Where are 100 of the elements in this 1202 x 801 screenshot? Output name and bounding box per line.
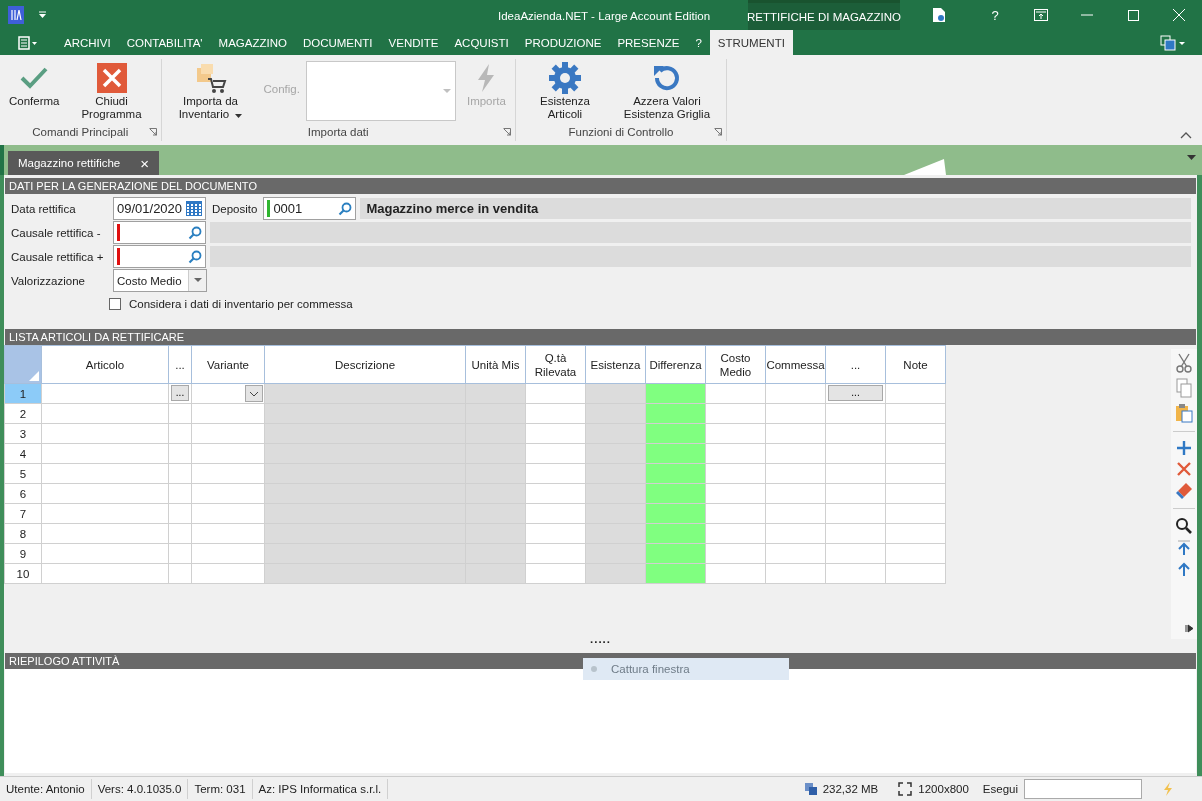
dropdown-arrow-icon[interactable] (193, 278, 202, 283)
calendar-icon[interactable] (186, 201, 202, 216)
move-up-icon[interactable] (1176, 561, 1192, 577)
column-header[interactable]: Articolo (41, 345, 169, 384)
chevron-down-icon[interactable] (249, 390, 259, 397)
menu-tab[interactable]: ? (687, 30, 710, 55)
menu-tab[interactable]: ARCHIVI (56, 30, 119, 55)
field-label: Deposito (212, 202, 258, 215)
tab-list-icon[interactable] (1187, 155, 1196, 160)
row-header[interactable]: 3 (4, 423, 42, 444)
column-header[interactable]: Esistenza (585, 345, 646, 384)
corner-triangle-icon (29, 371, 39, 381)
lightning-icon[interactable] (1162, 782, 1174, 796)
menu-tab[interactable]: STRUMENTI (709, 30, 793, 55)
dropdown-button[interactable] (245, 385, 263, 402)
menu-tab[interactable]: MAGAZZINO (210, 30, 295, 55)
warehouse-field[interactable]: 0001 (263, 197, 357, 220)
row-header[interactable]: 10 (4, 563, 42, 584)
file-menu-icon[interactable] (18, 35, 38, 50)
dropdown-arrow-icon[interactable] (235, 114, 243, 118)
section-header: DATI PER LA GENERAZIONE DEL DOCUMENTO (5, 178, 1196, 194)
delete-icon[interactable] (1176, 461, 1192, 477)
ribbon-button[interactable]: Importa da Inventario (165, 59, 256, 123)
document-tab[interactable]: Magazzino rettifiche × (8, 151, 160, 175)
boxes-cart-icon (194, 62, 227, 94)
maximize-icon[interactable] (1127, 9, 1139, 21)
checkbox[interactable] (109, 298, 121, 310)
config-label: Config. (263, 82, 300, 97)
ribbon-button[interactable]: Chiudi Programma (66, 59, 157, 123)
row-header[interactable]: 9 (4, 543, 42, 564)
memory-usage: 232,32 MB (822, 783, 879, 795)
help-button[interactable]: ? (972, 0, 1018, 30)
grid-corner[interactable] (4, 345, 42, 384)
app-logo-icon[interactable] (8, 6, 24, 24)
menu-tab[interactable]: ACQUISTI (446, 30, 517, 55)
column-header[interactable]: Costo Medio (705, 345, 766, 384)
menu-tab[interactable]: VENDITE (380, 30, 447, 55)
refresh-icon (651, 63, 682, 93)
screen-size-icon (898, 782, 913, 796)
quick-access-arrow-icon[interactable] (38, 11, 47, 19)
collapse-ribbon-icon[interactable] (1180, 132, 1192, 139)
column-header[interactable]: Commessa (765, 345, 826, 384)
close-tab-button[interactable]: × (140, 154, 150, 172)
capture-tooltip: Cattura finestra (583, 658, 789, 680)
eraser-icon[interactable] (1175, 482, 1193, 500)
column-header[interactable]: ... (168, 345, 192, 384)
gear-icon (548, 62, 581, 94)
window-title: IdeaAzienda.NET - Large Account Edition (498, 9, 711, 24)
status-item: Az: IPS Informatica s.r.l. (252, 779, 389, 799)
column-header[interactable]: Note (885, 345, 946, 384)
document-tool-icon[interactable] (932, 7, 946, 23)
run-input-field[interactable] (1024, 779, 1142, 799)
move-top-icon[interactable] (1176, 540, 1192, 556)
row-header[interactable]: 8 (4, 523, 42, 544)
checkbox-label: Considera i dati di inventario per commessa (129, 298, 353, 310)
valuation-dropdown[interactable]: Costo Medio (113, 269, 207, 292)
status-item: Vers: 4.0.1035.0 (91, 779, 189, 799)
splitter-handle[interactable]: ..... (590, 635, 611, 643)
paste-icon[interactable] (1175, 403, 1193, 423)
column-header[interactable]: Unità Mis (465, 345, 526, 384)
run-label: Esegui (982, 783, 1018, 795)
reason-field[interactable] (113, 245, 206, 268)
column-header[interactable]: Descrizione (264, 345, 466, 384)
dialog-launcher-icon[interactable] (713, 128, 722, 136)
column-header[interactable]: ... (825, 345, 886, 384)
row-header[interactable]: 7 (4, 503, 42, 524)
row-header[interactable]: 5 (4, 463, 42, 484)
scissors-icon[interactable] (1176, 353, 1192, 373)
context-tab-header: RETTIFICHE DI MAGAZZINO (748, 0, 901, 30)
expand-toolbar-icon[interactable] (1185, 624, 1195, 633)
bullet-icon (591, 666, 597, 672)
column-header[interactable]: Variante (191, 345, 265, 384)
row-header[interactable]: 2 (4, 403, 42, 424)
ribbon-display-icon[interactable] (1034, 9, 1048, 21)
menu-tab[interactable]: DOCUMENTI (294, 30, 381, 55)
close-icon[interactable] (1173, 9, 1185, 21)
search-icon[interactable] (1175, 517, 1193, 535)
dialog-launcher-icon[interactable] (148, 128, 157, 136)
menu-tab[interactable]: PRESENZE (609, 30, 688, 55)
menu-tab[interactable]: CONTABILITA' (118, 30, 211, 55)
menu-tab[interactable]: PRODUZIONE (516, 30, 610, 55)
column-header[interactable]: Q.tà Rilevata (525, 345, 586, 384)
column-header[interactable]: Differenza (645, 345, 706, 384)
field-label: Data rettifica (10, 202, 77, 215)
copy-icon[interactable] (1176, 378, 1192, 398)
group-label: Funzioni di Controllo (568, 126, 674, 138)
ribbon-button[interactable]: Esistenza Articoli (519, 59, 610, 123)
window-layout-icon[interactable] (1160, 34, 1186, 51)
ribbon-button[interactable]: Conferma (4, 59, 65, 123)
row-header[interactable]: 6 (4, 483, 42, 504)
row-header[interactable]: 1 (4, 383, 42, 404)
dialog-launcher-icon[interactable] (502, 128, 511, 136)
row-header[interactable]: 4 (4, 443, 42, 464)
ribbon-button[interactable]: Azzera Valori Esistenza Griglia (611, 59, 722, 123)
date-field[interactable]: 09/01/2020 (113, 197, 206, 220)
add-icon[interactable] (1176, 440, 1192, 456)
field-label: Causale rettifica - (10, 226, 102, 239)
warehouse-description: Magazzino merce in vendita (360, 198, 1191, 219)
minimize-icon[interactable] (1081, 14, 1093, 16)
reason-field[interactable] (113, 221, 206, 244)
